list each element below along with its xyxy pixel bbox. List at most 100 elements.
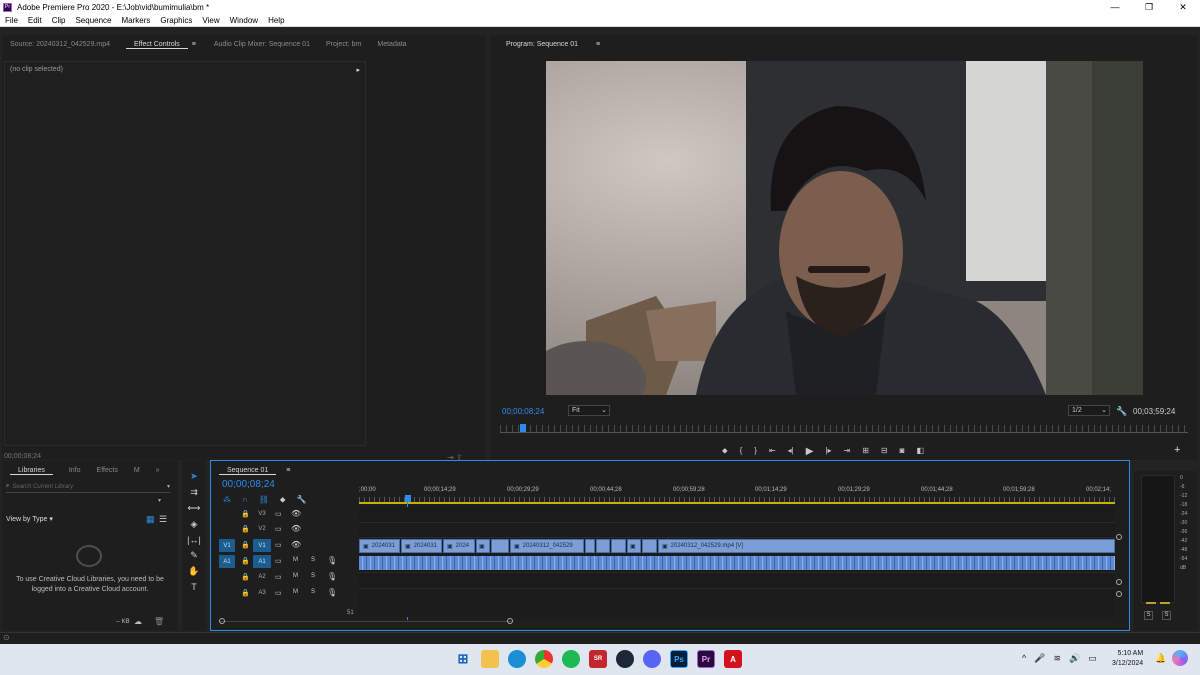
meter-solo-left[interactable]: S (1144, 611, 1153, 620)
solo-button[interactable]: S (311, 589, 315, 595)
chrome-icon[interactable] (535, 650, 553, 668)
add-marker-icon[interactable]: ⬥ (722, 446, 728, 457)
cloud-sync-icon[interactable]: ☁ (134, 617, 142, 626)
menu-view[interactable]: View (197, 16, 224, 25)
lock-icon[interactable]: 🔒 (241, 510, 250, 518)
microphone-icon[interactable]: 🎙 (327, 556, 337, 565)
menu-clip[interactable]: Clip (47, 16, 71, 25)
lock-icon[interactable]: 🔒 (241, 541, 250, 549)
step-forward-icon[interactable]: |▸ (825, 446, 831, 457)
zoom-handle-left[interactable] (219, 618, 225, 624)
list-view-icon[interactable]: ☰ (159, 514, 167, 525)
a1-audio-clips[interactable] (359, 556, 1115, 570)
eye-icon[interactable]: 👁 (291, 540, 301, 549)
mute-button[interactable]: M (293, 589, 298, 595)
solo-button[interactable]: S (311, 573, 315, 579)
steam-icon[interactable] (616, 650, 634, 668)
tab-effect-controls[interactable]: Effect Controls ≡ (118, 40, 206, 49)
overflow-icon[interactable]: » (148, 467, 168, 474)
zoom-handle-right[interactable] (507, 618, 513, 624)
program-menu-icon[interactable]: ≡ (588, 41, 608, 48)
tab-libraries[interactable]: Libraries (2, 466, 61, 475)
maximize-button[interactable]: ❐ (1132, 0, 1166, 14)
close-button[interactable]: ✕ (1166, 0, 1200, 14)
lock-icon[interactable]: 🔒 (241, 589, 250, 597)
microphone-tray-icon[interactable]: 🎤 (1034, 653, 1045, 664)
timeline-menu-icon[interactable]: ≡ (278, 467, 298, 474)
library-search[interactable]: ⌕ Search Current Library ▾ (6, 481, 170, 493)
video-clip[interactable] (611, 539, 626, 553)
volume-icon[interactable]: 🔊 (1069, 653, 1080, 664)
export-frame-icon[interactable]: ◙ (900, 446, 905, 457)
scroll-handle-mid[interactable] (1116, 579, 1122, 585)
source-patch-a1[interactable]: A1 (219, 555, 235, 568)
video-clip[interactable] (596, 539, 610, 553)
menu-sequence[interactable]: Sequence (70, 16, 116, 25)
tray-overflow-icon[interactable]: ^ (1022, 653, 1026, 664)
panel-menu-icon[interactable]: ≡ (190, 41, 198, 48)
program-timecode[interactable]: 00;00;08;24 (502, 407, 544, 416)
hand-tool-icon[interactable]: ✋ (188, 566, 199, 577)
acrobat-icon[interactable]: A (724, 650, 742, 668)
razor-tool-icon[interactable]: ◈ (191, 519, 198, 530)
premiere-icon[interactable]: Pr (697, 650, 715, 668)
sync-lock-icon[interactable]: ▭ (275, 573, 282, 581)
battery-icon[interactable]: ▭ (1088, 653, 1097, 664)
mute-button[interactable]: M (293, 557, 298, 563)
edge-icon[interactable] (508, 650, 526, 668)
fit-dropdown[interactable]: Fit ⌄ (568, 405, 610, 416)
microphone-icon[interactable]: 🎙 (327, 572, 337, 581)
mute-button[interactable]: M (293, 573, 298, 579)
playhead-marker[interactable] (520, 424, 526, 432)
copilot-icon[interactable] (1172, 650, 1188, 666)
tab-project[interactable]: Project: bm (318, 41, 369, 48)
mark-in-icon[interactable]: { (740, 446, 743, 457)
wifi-icon[interactable]: ≋ (1053, 653, 1061, 664)
eye-icon[interactable]: 👁 (291, 509, 301, 518)
video-clip[interactable]: ▣ 2024031 (401, 539, 442, 553)
add-marker-icon[interactable]: ⬥ (280, 495, 286, 505)
timeline-timecode[interactable]: 00;00;08;24 (222, 479, 275, 490)
insert-icon[interactable]: ⊞ (862, 446, 869, 457)
track-name-v2[interactable]: V2 (255, 524, 269, 535)
comparison-view-icon[interactable]: ◧ (917, 446, 925, 457)
screenrec-icon[interactable]: SR (589, 650, 607, 668)
video-clip[interactable]: ▣ 20240312_042529.mp4 [V] (658, 539, 1115, 553)
slip-tool-icon[interactable]: |↔| (187, 535, 201, 545)
type-tool-icon[interactable]: T (191, 582, 197, 592)
pen-tool-icon[interactable]: ✎ (190, 550, 198, 561)
nest-icon[interactable]: ⁂ (223, 495, 231, 505)
discord-icon[interactable] (643, 650, 661, 668)
video-clip[interactable]: ▣ 20240312_042529 (510, 539, 584, 553)
lock-icon[interactable]: 🔒 (241, 573, 250, 581)
meter-solo-right[interactable]: S (1162, 611, 1171, 620)
tab-program[interactable]: Program: Sequence 01 ≡ (490, 41, 616, 48)
tab-source[interactable]: Source: 20240312_042529.mp4 (2, 41, 118, 48)
track-name-a2[interactable]: A2 (255, 572, 269, 583)
tab-sequence[interactable]: Sequence 01 ≡ (211, 466, 306, 475)
overwrite-icon[interactable]: ⊟ (881, 446, 888, 457)
file-explorer-icon[interactable] (481, 650, 499, 668)
photoshop-icon[interactable]: Ps (670, 650, 688, 668)
track-name-v3[interactable]: V3 (255, 509, 269, 520)
spotify-icon[interactable] (562, 650, 580, 668)
tab-more[interactable]: M (126, 467, 148, 474)
track-name-a1[interactable]: A1 (253, 555, 271, 568)
microphone-icon[interactable]: 🎙 (327, 588, 337, 597)
search-dropdown-icon[interactable]: ▾ (167, 483, 170, 490)
video-clip[interactable] (491, 539, 509, 553)
tab-audio-clip-mixer[interactable]: Audio Clip Mixer: Sequence 01 (206, 41, 318, 48)
scroll-handle-top[interactable] (1116, 534, 1122, 540)
expand-arrow-icon[interactable]: ▸ (356, 66, 360, 74)
windows-start-icon[interactable]: ⊞ (454, 650, 472, 668)
video-clip[interactable]: ▣ (476, 539, 490, 553)
menu-graphics[interactable]: Graphics (155, 16, 197, 25)
grid-view-icon[interactable]: ▦ (146, 514, 155, 525)
menu-help[interactable]: Help (263, 16, 289, 25)
scroll-handle-audio[interactable] (1116, 591, 1122, 597)
add-button-icon[interactable]: + (1174, 444, 1180, 456)
mark-out-icon[interactable]: } (754, 446, 757, 457)
horizontal-scrollbar[interactable] (219, 621, 513, 627)
sync-lock-icon[interactable]: ▭ (275, 541, 282, 549)
track-name-v1[interactable]: V1 (253, 539, 271, 552)
